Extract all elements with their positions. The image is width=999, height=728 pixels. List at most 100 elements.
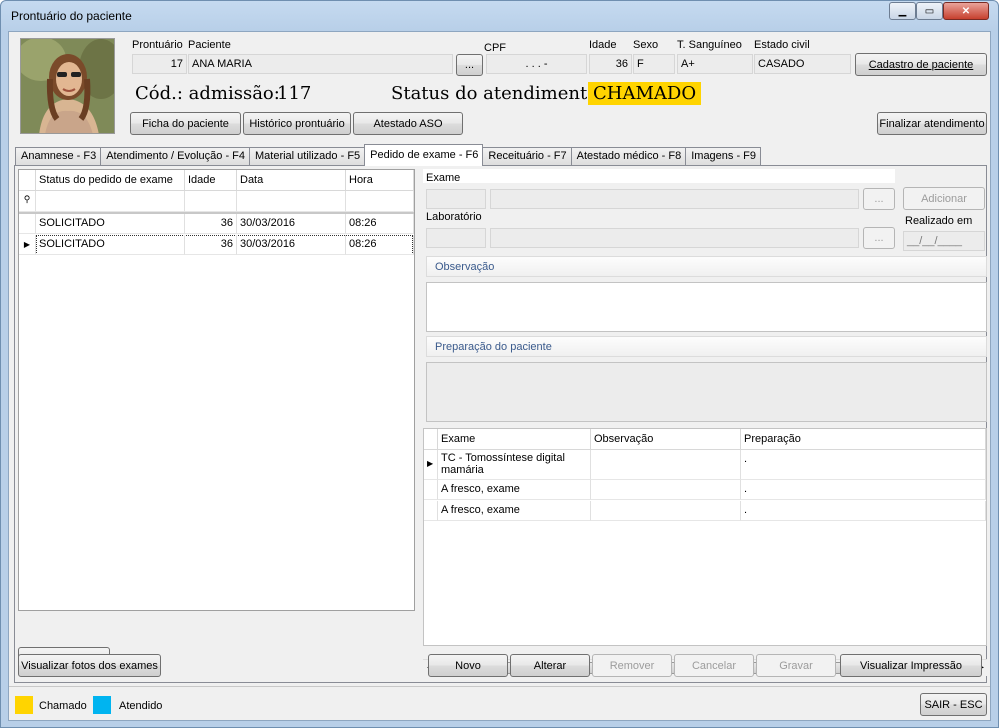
idade-field: 36 xyxy=(589,54,632,74)
tab-imagens[interactable]: Imagens - F9 xyxy=(685,147,762,166)
observacao-header: Observação xyxy=(426,256,987,277)
label-realizado-em: Realizado em xyxy=(905,215,973,227)
cell-preparacao: . xyxy=(741,480,986,500)
window-title: Prontuário do paciente xyxy=(11,9,132,23)
col-header-observacao[interactable]: Observação xyxy=(591,429,741,450)
laboratorio-name-field[interactable] xyxy=(490,228,859,248)
tab-material-utilizado[interactable]: Material utilizado - F5 xyxy=(249,147,366,166)
close-button[interactable]: ✕ xyxy=(943,2,989,20)
cell-exame: TC - Tomossíntese digital mamária xyxy=(438,450,591,480)
visualizar-impressao-button[interactable]: Visualizar Impressão xyxy=(840,654,982,677)
sair-button[interactable]: SAIR - ESC xyxy=(920,693,987,716)
row-indicator xyxy=(19,214,36,234)
alterar-button[interactable]: Alterar xyxy=(510,654,590,677)
preparacao-textarea[interactable] xyxy=(426,362,987,422)
cell-observacao xyxy=(591,480,741,500)
maximize-icon: ▭ xyxy=(924,5,935,17)
finalizar-atendimento-button[interactable]: Finalizar atendimento xyxy=(877,112,987,135)
tab-page-pedido-exame: Status do pedido de exame Idade Data Hor… xyxy=(14,165,987,683)
exame-name-field[interactable] xyxy=(490,189,859,209)
row-indicator-header xyxy=(424,429,438,450)
label-estado-civil: Estado civil xyxy=(754,39,810,51)
remover-button[interactable]: Remover xyxy=(592,654,672,677)
cell-hora: 08:26 xyxy=(346,235,414,255)
table-row[interactable]: A fresco, exame . xyxy=(424,501,986,522)
label-cpf: CPF xyxy=(484,42,506,54)
col-header-status[interactable]: Status do pedido de exame xyxy=(36,170,185,191)
cell-observacao xyxy=(591,450,741,480)
close-icon: ✕ xyxy=(961,5,971,17)
cancelar-button[interactable]: Cancelar xyxy=(674,654,754,677)
filter-cell-idade[interactable] xyxy=(185,191,237,212)
laboratorio-lookup-button[interactable]: ... xyxy=(863,227,895,249)
filter-cell-data[interactable] xyxy=(237,191,346,212)
cell-data: 30/03/2016 xyxy=(237,235,346,255)
cell-exame: A fresco, exame xyxy=(438,480,591,500)
table-row[interactable]: SOLICITADO 36 30/03/2016 08:26 xyxy=(19,214,414,234)
estado-civil-field: CASADO xyxy=(754,54,851,74)
realizado-em-field[interactable]: __/__/____ xyxy=(903,231,985,251)
laboratorio-code-field[interactable] xyxy=(426,228,486,248)
exame-code-field[interactable] xyxy=(426,189,486,209)
tab-atestado-medico[interactable]: Atestado médico - F8 xyxy=(570,147,687,166)
cod-admissao-value: 117 xyxy=(277,83,312,104)
legend-chamado-label: Chamado xyxy=(39,700,87,712)
col-header-hora[interactable]: Hora xyxy=(346,170,414,191)
atestado-aso-button[interactable]: Atestado ASO xyxy=(353,112,463,135)
cadastro-paciente-button[interactable]: Cadastro de paciente xyxy=(855,53,987,76)
label-tipo-sanguineo: T. Sanguíneo xyxy=(677,39,742,51)
col-header-exame[interactable]: Exame xyxy=(438,429,591,450)
observacao-textarea[interactable] xyxy=(426,282,987,332)
exams-grid[interactable]: Exame Observação Preparação ▶ TC - Tomos… xyxy=(423,428,987,646)
label-prontuario: Prontuário xyxy=(132,39,183,51)
footer-divider xyxy=(9,686,990,687)
row-indicator xyxy=(424,480,438,500)
filter-icon[interactable]: ⚲ xyxy=(19,191,36,212)
table-row[interactable]: A fresco, exame . xyxy=(424,480,986,501)
cod-admissao-label: Cód.: admissão: xyxy=(135,83,280,104)
tab-anamnese[interactable]: Anamnese - F3 xyxy=(15,147,102,166)
filter-cell-status[interactable] xyxy=(36,191,185,212)
paciente-lookup-button[interactable]: ... xyxy=(456,54,483,76)
adicionar-button[interactable]: Adicionar xyxy=(903,187,985,210)
novo-button[interactable]: Novo xyxy=(428,654,508,677)
paciente-field: ANA MARIA xyxy=(188,54,453,74)
label-paciente: Paciente xyxy=(188,39,231,51)
label-idade: Idade xyxy=(589,39,617,51)
visualizar-fotos-button[interactable]: Visualizar fotos dos exames xyxy=(18,654,161,677)
cell-idade: 36 xyxy=(185,214,237,234)
tipo-sanguineo-field: A+ xyxy=(677,54,753,74)
col-header-data[interactable]: Data xyxy=(237,170,346,191)
title-bar: Prontuário do paciente ▁ ▭ ✕ xyxy=(1,1,998,31)
client-area: Prontuário Paciente CPF Idade Sexo T. Sa… xyxy=(8,31,991,721)
cell-status: SOLICITADO xyxy=(36,235,185,255)
exame-lookup-button[interactable]: ... xyxy=(863,188,895,210)
table-row[interactable]: ▶ SOLICITADO 36 30/03/2016 08:26 xyxy=(19,235,414,255)
ficha-paciente-button[interactable]: Ficha do paciente xyxy=(130,112,241,135)
minimize-icon: ▁ xyxy=(898,5,907,17)
current-row-arrow-icon: ▶ xyxy=(424,450,438,480)
status-atendimento-label: Status do atendimento: xyxy=(391,83,605,104)
minimize-button[interactable]: ▁ xyxy=(889,2,916,20)
cell-hora: 08:26 xyxy=(346,214,414,234)
table-row[interactable]: ▶ TC - Tomossíntese digital mamária . xyxy=(424,450,986,480)
gravar-button[interactable]: Gravar xyxy=(756,654,836,677)
cell-preparacao: . xyxy=(741,450,986,480)
historico-prontuario-button[interactable]: Histórico prontuário xyxy=(243,112,351,135)
label-laboratorio: Laboratório xyxy=(426,211,482,223)
filter-cell-hora[interactable] xyxy=(346,191,414,212)
tab-receituario[interactable]: Receituário - F7 xyxy=(482,147,572,166)
cell-observacao xyxy=(591,501,741,521)
col-header-preparacao[interactable]: Preparação xyxy=(741,429,986,450)
col-header-idade[interactable]: Idade xyxy=(185,170,237,191)
cell-idade: 36 xyxy=(185,235,237,255)
maximize-button[interactable]: ▭ xyxy=(916,2,943,20)
label-sexo: Sexo xyxy=(633,39,659,51)
patient-photo xyxy=(20,38,115,134)
pedidos-grid[interactable]: Status do pedido de exame Idade Data Hor… xyxy=(18,169,415,611)
row-indicator-header xyxy=(19,170,36,191)
exam-form: Exame ... Adicionar Laboratório Realizad… xyxy=(423,169,987,422)
legend-atendido-swatch xyxy=(93,696,111,714)
tab-atendimento-evolucao[interactable]: Atendimento / Evolução - F4 xyxy=(100,147,250,166)
tab-pedido-exame[interactable]: Pedido de exame - F6 xyxy=(364,144,484,166)
